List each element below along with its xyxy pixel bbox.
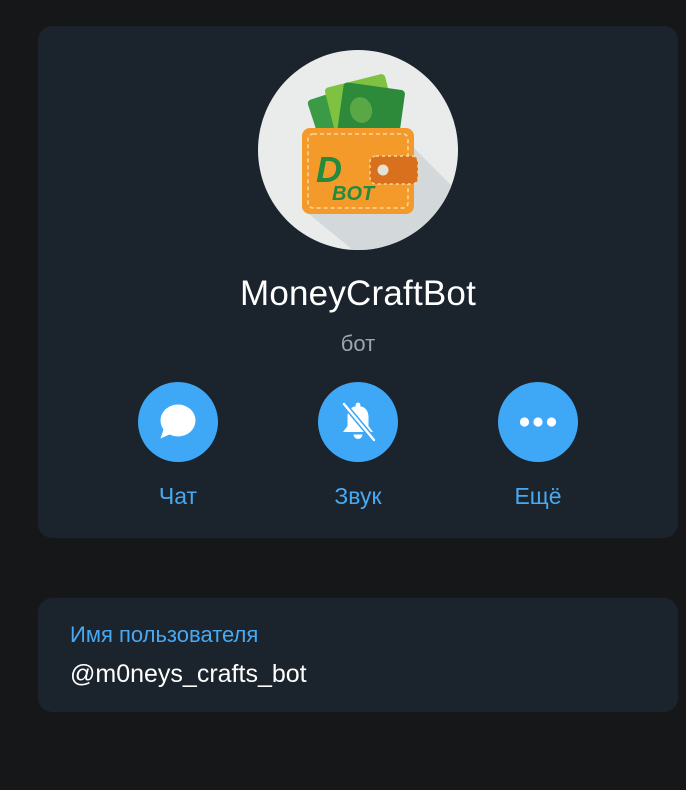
chat-button-circle[interactable]: [138, 382, 218, 462]
chat-button-label: Чат: [158, 483, 198, 509]
chat-bubble-icon: [160, 404, 196, 439]
sound-button[interactable]: Звук: [298, 382, 418, 514]
username-card[interactable]: Имя пользователя @m0neys_crafts_bot: [38, 598, 678, 712]
profile-card: D BOT MoneyCraftBot бот Чат Звук Ещё: [38, 26, 678, 538]
sound-button-circle[interactable]: [318, 382, 398, 462]
svg-text:BOT: BOT: [332, 183, 376, 205]
profile-subtitle: бот: [340, 331, 376, 356]
chat-button[interactable]: Чат: [118, 382, 238, 514]
more-button-label: Ещё: [514, 483, 562, 509]
username-label: Имя пользователя: [70, 622, 259, 647]
username-value[interactable]: @m0neys_crafts_bot: [70, 660, 307, 689]
avatar[interactable]: D BOT: [258, 50, 458, 250]
sound-button-label: Звук: [334, 483, 382, 509]
bell-muted-icon: [341, 401, 377, 443]
more-dots-icon: [519, 417, 557, 427]
more-button-circle[interactable]: [498, 382, 578, 462]
more-button[interactable]: Ещё: [478, 382, 598, 514]
wallet-logo: D BOT: [302, 74, 458, 250]
profile-name: MoneyCraftBot: [239, 274, 477, 313]
